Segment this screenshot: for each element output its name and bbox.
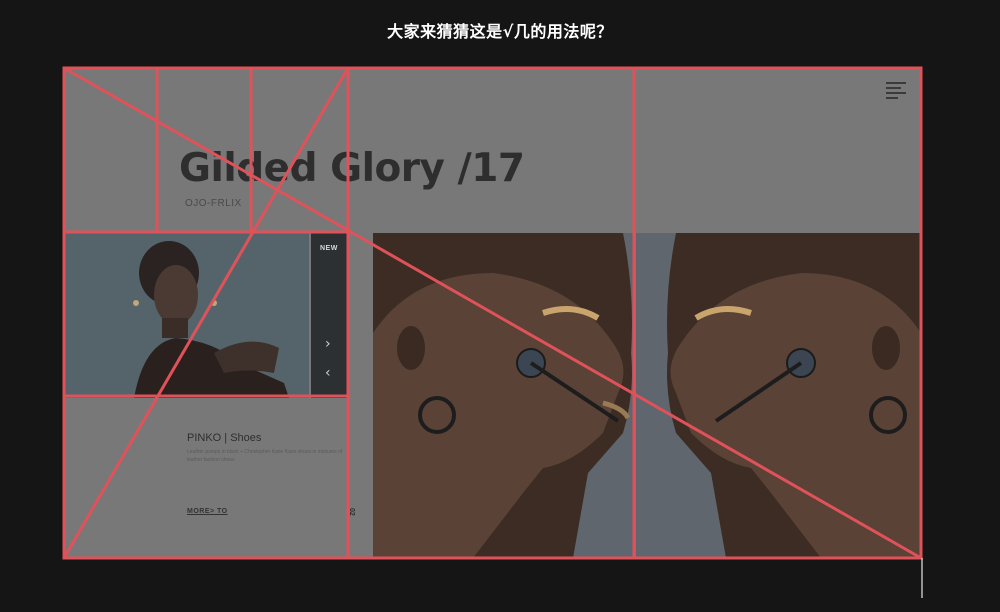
menu-icon[interactable]	[886, 82, 906, 99]
card-description: Leather pumps in black + Christopher Kan…	[187, 449, 343, 463]
hero-title: Gilded Glory /17	[179, 146, 525, 191]
chevron-right-icon[interactable]: ›	[325, 336, 331, 352]
portrait-photo-left	[373, 233, 633, 558]
hero-subtitle: OJO-FRLIX	[185, 198, 242, 209]
card-title: PINKO | Shoes	[187, 432, 262, 444]
design-canvas: Gilded Glory /17 OJO-FRLIX NEW › ‹ PINKO…	[64, 68, 921, 558]
portrait-left-image	[373, 233, 633, 558]
model-thumbnail[interactable]	[64, 233, 309, 398]
edge-marker	[921, 558, 923, 598]
new-badge: NEW	[320, 245, 338, 252]
more-link[interactable]: MORE> TO	[187, 508, 228, 515]
portrait-right-image	[636, 233, 921, 558]
model-thumbnail-image	[64, 233, 309, 398]
page-caption: 大家来猜猜这是√几的用法呢？	[387, 22, 613, 41]
portrait-photo-right	[636, 233, 921, 558]
chevron-left-icon[interactable]: ‹	[325, 365, 331, 381]
page-number: 02	[348, 508, 355, 516]
